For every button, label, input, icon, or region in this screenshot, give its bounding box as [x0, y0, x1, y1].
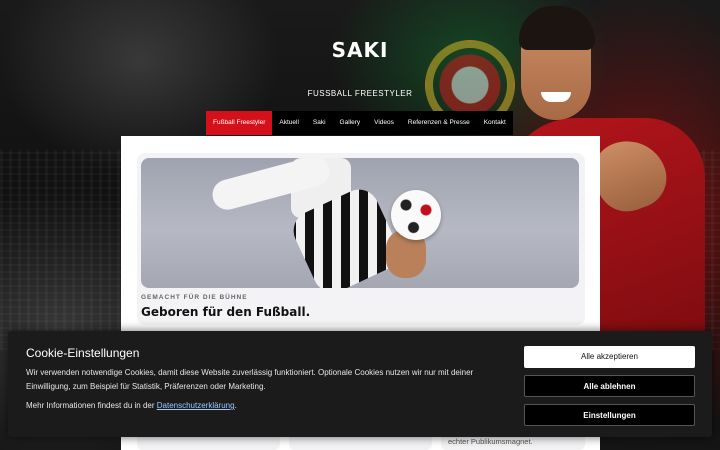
- cookie-more-prefix: Mehr Informationen findest du in der: [26, 401, 157, 410]
- nav-item-saki[interactable]: Saki: [306, 111, 333, 135]
- feature-title: Geboren für den Fußball.: [141, 305, 311, 319]
- site-tagline: FUSSBALL FREESTYLER: [307, 89, 413, 98]
- cookie-description: Wir verwenden notwendige Cookies, damit …: [26, 368, 474, 391]
- cookie-more-info: Mehr Informationen findest du in der Dat…: [26, 401, 237, 410]
- nav-item-aktuell[interactable]: Aktuell: [272, 111, 306, 135]
- freestyler-photo: [141, 158, 579, 288]
- nav-item-referenzen-presse[interactable]: Referenzen & Presse: [401, 111, 477, 135]
- peek-text: echter Publikumsmagnet.: [448, 437, 533, 446]
- reject-all-button[interactable]: Alle ablehnen: [524, 375, 695, 397]
- nav-item-kontakt[interactable]: Kontakt: [477, 111, 513, 135]
- main-nav: Fußball Freestyler Aktuell Saki Gallery …: [206, 111, 513, 135]
- football-icon: [391, 190, 441, 240]
- nav-item-videos[interactable]: Videos: [367, 111, 401, 135]
- nav-item-gallery[interactable]: Gallery: [333, 111, 368, 135]
- site-logo[interactable]: SAKI: [0, 38, 720, 62]
- accept-all-button[interactable]: Alle akzeptieren: [524, 346, 695, 368]
- feature-eyebrow: GEMACHT FÜR DIE BÜHNE: [141, 294, 248, 301]
- cookie-title: Cookie-Einstellungen: [26, 346, 140, 360]
- cookie-settings-button[interactable]: Einstellungen: [524, 404, 695, 426]
- nav-item-fussball-freestyler[interactable]: Fußball Freestyler: [206, 111, 273, 135]
- privacy-policy-link[interactable]: Datenschutzerklärung: [157, 401, 235, 410]
- cookie-more-suffix: .: [234, 401, 237, 410]
